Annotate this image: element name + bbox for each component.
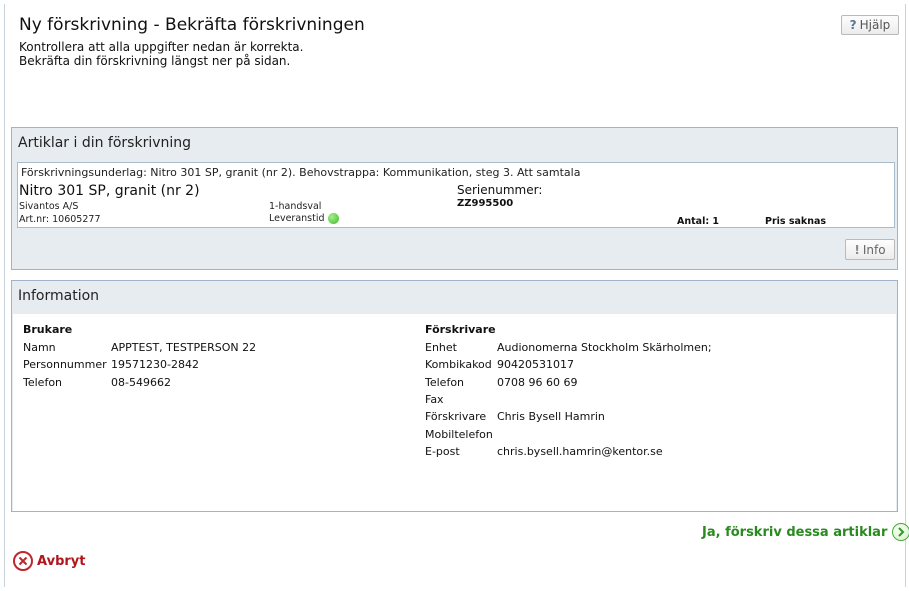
articles-panel: Artiklar i din förskrivning Förskrivning… — [11, 127, 898, 270]
prescriber-row-phone: Telefon 0708 96 60 69 — [425, 376, 577, 389]
intro-line-2: Bekräfta din förskrivning längst ner på … — [19, 54, 291, 68]
article-card: Förskrivningsunderlag: Nitro 301 SP, gra… — [17, 162, 895, 228]
prescriber-label: Fax — [425, 393, 444, 406]
prescriber-row-kombikakod: Kombikakod 90420531017 — [425, 358, 574, 371]
user-row-phone: Telefon 08-549662 — [23, 376, 171, 389]
help-button-label: Hjälp — [859, 18, 891, 32]
confirm-prescription-label: Ja, förskriv dessa artiklar — [702, 524, 888, 540]
information-body: Brukare Namn APPTEST, TESTPERSON 22 Perso… — [13, 314, 896, 511]
prescriber-value: Chris Bysell Hamrin — [497, 410, 605, 423]
articles-panel-title: Artiklar i din förskrivning — [18, 135, 192, 151]
article-manufacturer: Sivantos A/S — [19, 201, 79, 212]
intro-line-1: Kontrollera att alla uppgifter nedan är … — [19, 40, 304, 54]
serial-number-label: Serienummer: — [457, 183, 543, 197]
cancel-label: Avbryt — [37, 553, 86, 569]
cancel-x-icon — [13, 551, 33, 571]
serial-number-value: ZZ995500 — [457, 198, 514, 209]
user-row-name: Namn APPTEST, TESTPERSON 22 — [23, 341, 256, 354]
prescriber-label: Kombikakod — [425, 358, 492, 371]
prescriber-label: Telefon — [425, 376, 465, 389]
user-value: 08-549662 — [111, 376, 171, 389]
article-name: Nitro 301 SP, granit (nr 2) — [19, 183, 200, 199]
delivery-time-label: Leveranstid — [269, 213, 325, 224]
page-title: Ny förskrivning - Bekräfta förskrivninge… — [19, 15, 365, 35]
prescriber-value: 0708 96 60 69 — [497, 376, 578, 389]
prescriber-label: E-post — [425, 445, 460, 458]
user-heading: Brukare — [23, 323, 73, 336]
prescriber-heading: Förskrivare — [425, 323, 496, 336]
article-price: Pris saknas — [765, 216, 827, 227]
cancel-link[interactable]: Avbryt — [13, 551, 85, 571]
delivery-status-icon — [327, 213, 339, 224]
exclamation-icon: ! — [854, 242, 860, 257]
information-panel-title: Information — [18, 288, 100, 304]
prescriber-row-fax: Fax — [425, 393, 497, 406]
delivery-time: Leveranstid — [269, 213, 339, 224]
prescriber-label: Enhet — [425, 341, 457, 354]
prescriber-row-unit: Enhet Audionomerna Stockholm Skärholmen; — [425, 341, 712, 354]
user-row-personnummer: Personnummer 19571230-2842 — [23, 358, 199, 371]
arrow-right-icon — [892, 523, 909, 541]
help-button[interactable]: ? Hjälp — [841, 15, 899, 35]
confirm-prescription-link[interactable]: Ja, förskriv dessa artiklar — [702, 523, 909, 541]
article-number: Art.nr: 10605277 — [19, 214, 101, 225]
question-icon: ? — [849, 18, 857, 32]
user-label: Namn — [23, 341, 56, 354]
user-label: Telefon — [23, 376, 63, 389]
article-quantity: Antal: 1 — [677, 216, 720, 227]
prescriber-row-email: E-post chris.bysell.hamrin@kentor.se — [425, 445, 663, 458]
info-button[interactable]: ! Info — [845, 239, 895, 260]
prescriber-value: Audionomerna Stockholm Skärholmen; — [497, 341, 712, 354]
article-choice: 1-handsval — [269, 201, 322, 212]
info-button-label: Info — [862, 242, 886, 257]
user-label: Personnummer — [23, 358, 107, 371]
prescriber-label: Förskrivare — [425, 410, 487, 423]
prescriber-row-mobile: Mobiltelefon — [425, 428, 497, 441]
prescriber-value: 90420531017 — [497, 358, 574, 371]
prescriber-label: Mobiltelefon — [425, 428, 493, 441]
prescriber-row-name: Förskrivare Chris Bysell Hamrin — [425, 410, 605, 423]
user-value: 19571230-2842 — [111, 358, 199, 371]
prescriber-value: chris.bysell.hamrin@kentor.se — [497, 445, 663, 458]
intro-text: Kontrollera att alla uppgifter nedan är … — [19, 40, 303, 68]
user-value: APPTEST, TESTPERSON 22 — [111, 341, 257, 354]
information-panel: Information Brukare Namn APPTEST, TESTPER… — [11, 280, 898, 512]
prescription-basis: Förskrivningsunderlag: Nitro 301 SP, gra… — [21, 166, 581, 179]
